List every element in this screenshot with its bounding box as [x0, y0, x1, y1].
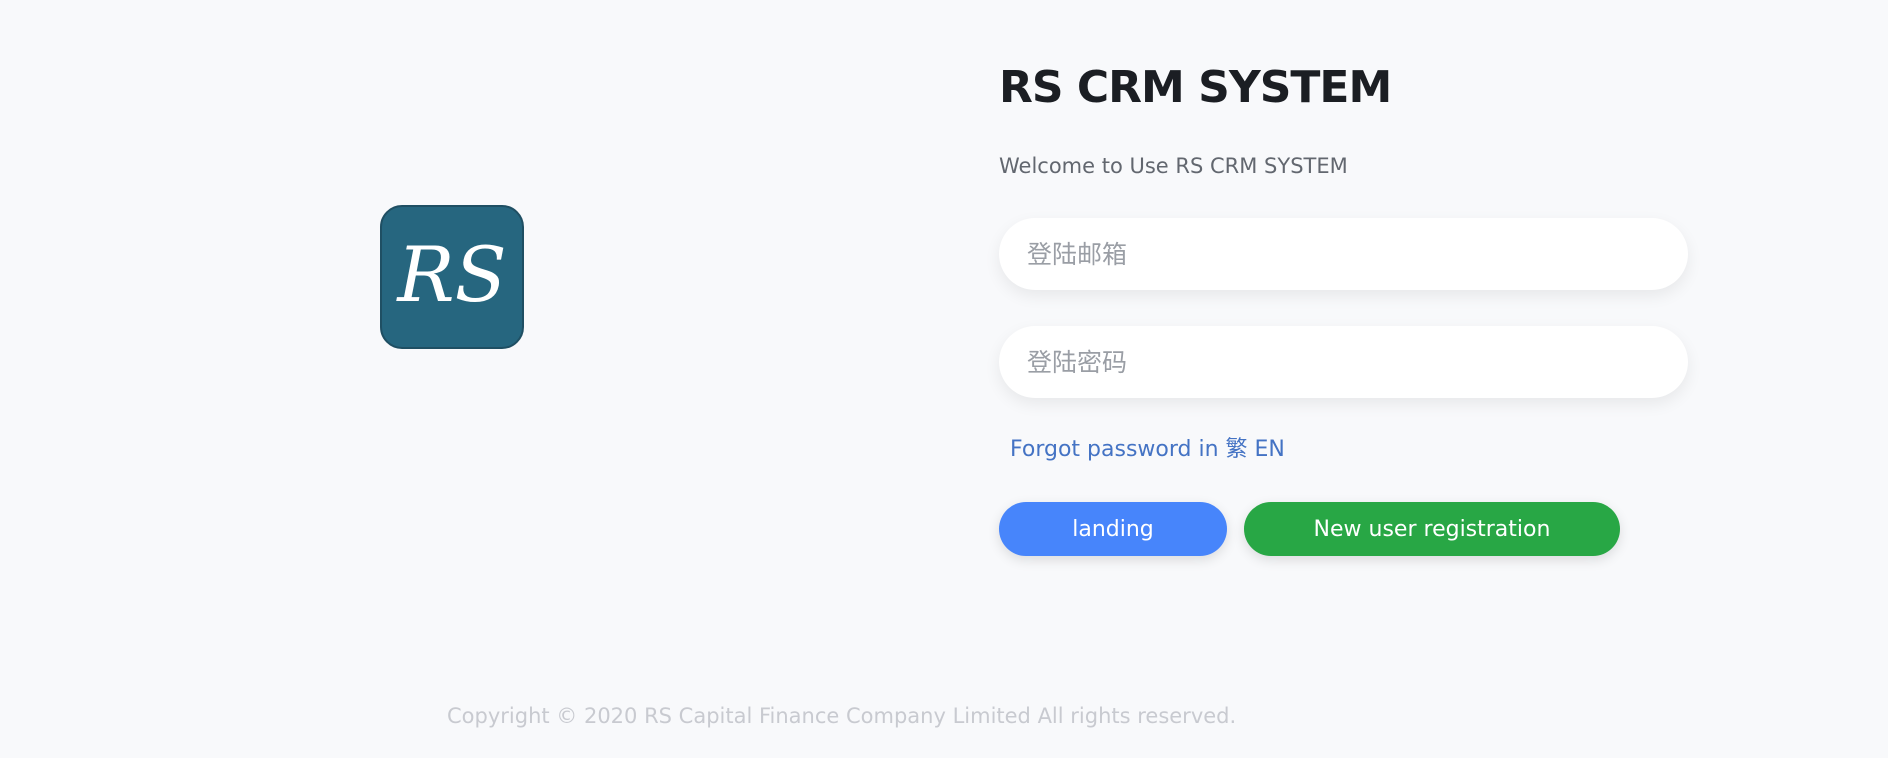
rs-logo-mark: RS: [395, 230, 506, 319]
page-title: RS CRM SYSTEM: [999, 62, 1392, 113]
login-button[interactable]: landing: [999, 502, 1227, 556]
password-field[interactable]: [999, 326, 1688, 398]
svg-text:RS: RS: [395, 230, 506, 319]
email-field[interactable]: [999, 218, 1688, 290]
forgot-password-link[interactable]: Forgot password in 繁 EN: [1010, 435, 1285, 465]
copyright-text: Copyright © 2020 RS Capital Finance Comp…: [447, 704, 1237, 728]
page-subtitle: Welcome to Use RS CRM SYSTEM: [999, 154, 1348, 178]
register-button[interactable]: New user registration: [1244, 502, 1620, 556]
rs-logo: RS: [380, 205, 524, 349]
